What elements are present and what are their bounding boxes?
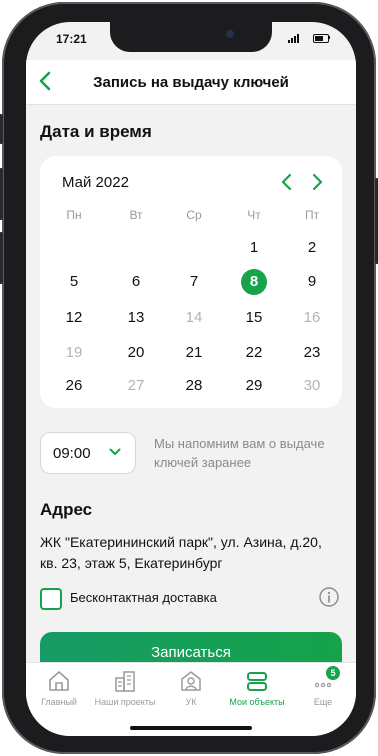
calendar-days-grid: 1 2 5 6 7 8 9 12 13 14 15 16 19 20 21 22 23 26 27 28 29 30 [40,156,342,408]
camera-icon [226,30,234,38]
phone-frame: 17:21 Запись на выдачу ключей Дата и вре… [0,2,378,754]
calendar-day-selected[interactable]: 8 [241,269,267,295]
calendar-day[interactable]: 16 [299,305,325,331]
notch [110,22,272,52]
calendar-day[interactable]: 23 [299,340,325,366]
time-select-value: 09:00 [53,445,91,462]
volume-up-button [0,168,3,220]
tab-home[interactable]: Главный [26,663,92,717]
more-badge: 5 [326,666,340,680]
app-header: Запись на выдачу ключей [26,60,356,105]
buildings-icon [115,671,135,692]
mute-switch [0,114,3,144]
calendar-day[interactable]: 21 [181,340,207,366]
chevron-down-icon [109,448,121,455]
calendar-day[interactable]: 6 [123,269,149,295]
tab-projects[interactable]: Наши проекты [92,663,158,717]
address-text: ЖК "Екатерининский парк", ул. Азина, д.2… [40,534,322,571]
contactless-checkbox[interactable] [40,588,62,610]
info-icon[interactable] [319,587,339,607]
calendar-day[interactable]: 14 [181,305,207,331]
status-time: 17:21 [56,32,87,46]
tab-projects-label: Наши проекты [94,697,156,707]
page-title: Запись на выдачу ключей [93,74,289,91]
my-objects-icon [247,672,267,691]
calendar-day[interactable]: 22 [241,340,267,366]
calendar-day[interactable]: 15 [241,305,267,331]
home-indicator [130,726,252,730]
calendar-day[interactable]: 2 [299,235,325,261]
calendar-card: Май 2022 Пн Вт Ср Чт Пт 1 2 5 6 7 8 9 12 13 14 15 16 19 2… [40,156,342,408]
battery-icon [313,34,329,43]
calendar-day[interactable]: 27 [123,373,149,399]
volume-down-button [0,232,3,284]
tab-home-label: Главный [41,697,77,707]
contactless-label: Бесконтактная доставка [70,590,217,605]
tab-my-objects-label: Мои объекты [229,697,285,707]
signal-icon [288,34,299,43]
app-screen: 17:21 Запись на выдачу ключей Дата и вре… [26,22,356,736]
reminder-text: Мы напомним вам о выдаче ключей заранее [154,436,325,470]
calendar-day[interactable]: 20 [123,340,149,366]
calendar-day[interactable]: 19 [61,340,87,366]
tab-uk[interactable]: УК [158,663,224,717]
tab-uk-label: УК [185,697,197,707]
tab-my-objects[interactable]: Мои объекты [224,663,290,717]
time-select[interactable]: 09:00 [40,432,136,474]
calendar-day[interactable]: 29 [241,373,267,399]
home-icon [49,671,69,691]
calendar-day[interactable]: 30 [299,373,325,399]
calendar-day[interactable]: 7 [181,269,207,295]
battery-tip [329,36,330,39]
calendar-day[interactable]: 5 [61,269,87,295]
calendar-day[interactable]: 9 [299,269,325,295]
calendar-day[interactable]: 28 [181,373,207,399]
management-company-icon [181,671,201,691]
datetime-heading: Дата и время [40,122,152,141]
calendar-day[interactable]: 26 [61,373,87,399]
calendar-day[interactable]: 13 [123,305,149,331]
tab-more[interactable]: 5 Еще [290,663,356,717]
address-heading: Адрес [40,500,93,519]
calendar-day[interactable]: 12 [61,305,87,331]
calendar-day[interactable]: 1 [241,235,267,261]
tab-more-label: Еще [313,697,333,707]
tab-bar: Главный Наши проекты УК Мои объекты 5 Ещ… [26,662,356,736]
